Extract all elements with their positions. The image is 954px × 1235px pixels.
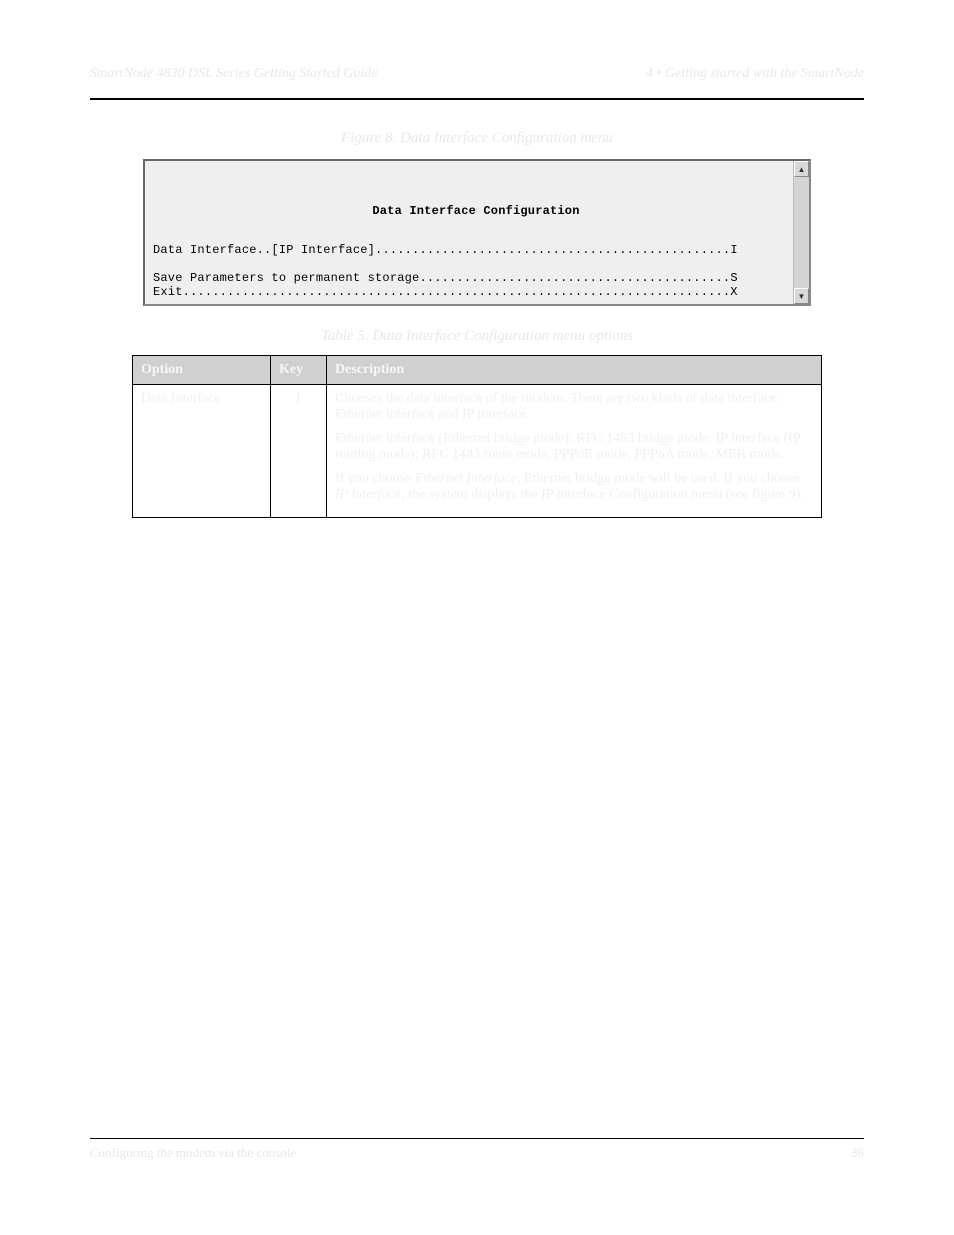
terminal-line-data-interface: Data Interface..[IP Interface]..........…: [153, 243, 738, 257]
th-key: Key: [271, 356, 327, 385]
scroll-up-icon[interactable]: ▲: [794, 161, 809, 177]
cell-key: I: [271, 385, 327, 518]
terminal-title: Data Interface Configuration: [153, 205, 799, 219]
cell-option: Data Interface: [133, 385, 271, 518]
header-rule: SmartNode 4830 DSL Series Getting Starte…: [90, 60, 864, 100]
th-description: Description: [327, 356, 822, 385]
page: SmartNode 4830 DSL Series Getting Starte…: [0, 0, 954, 1235]
scroll-down-icon[interactable]: ▼: [794, 288, 809, 304]
figure-caption: Figure 8. Data Interface Configuration m…: [90, 130, 864, 147]
options-table: Option Key Description Data Interface I …: [132, 355, 822, 518]
header-document-title: SmartNode 4830 DSL Series Getting Starte…: [90, 66, 378, 82]
footer-page-number: 36: [851, 1145, 864, 1161]
scrollbar[interactable]: ▲ ▼: [793, 161, 809, 304]
terminal-body: Data Interface Configuration Data Interf…: [143, 159, 811, 306]
footer-section-title: Configuring the modem via the console: [90, 1145, 296, 1161]
desc-para-1: Chooses the data interface of the modem.…: [335, 391, 813, 423]
table-header-row: Option Key Description: [133, 356, 822, 385]
header-chapter-title: 4 • Getting started with the SmartNode: [646, 66, 864, 82]
table-caption: Table 5. Data Interface Configuration me…: [90, 328, 864, 345]
desc-para-2: Ethernet interface (Ethernet bridge mode…: [335, 431, 813, 463]
terminal-screenshot: Data Interface Configuration Data Interf…: [143, 159, 811, 306]
footer: Configuring the modem via the console 36: [90, 1138, 864, 1161]
cell-description: Chooses the data interface of the modem.…: [327, 385, 822, 518]
table-row: Data Interface I Chooses the data interf…: [133, 385, 822, 518]
terminal-line-exit: Exit....................................…: [153, 285, 738, 299]
desc-para-3: If you choose Ethernet Interface, Ethern…: [335, 471, 813, 503]
th-option: Option: [133, 356, 271, 385]
terminal-line-save-params: Save Parameters to permanent storage....…: [153, 271, 738, 285]
